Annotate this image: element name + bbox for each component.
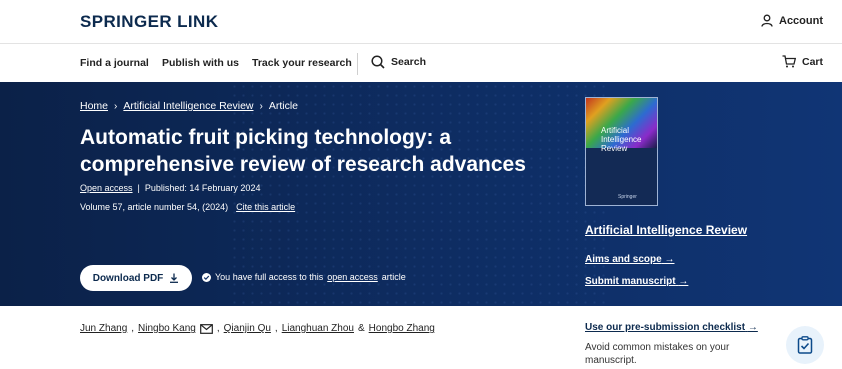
download-pdf-button[interactable]: Download PDF [80, 265, 192, 291]
author-name[interactable]: Hongbo Zhang [369, 323, 435, 334]
open-access-info-link[interactable]: open access [327, 272, 378, 282]
cart-icon [782, 55, 796, 68]
clipboard-check-icon [797, 336, 813, 354]
account-label: Account [779, 14, 823, 27]
search-icon [371, 55, 385, 69]
author-ampersand: & [357, 323, 365, 334]
access-prefix: You have full access to this [215, 272, 324, 282]
meta-separator: | [137, 183, 140, 193]
access-suffix: article [381, 272, 406, 282]
article-volume-row: Volume 57, article number 54, (2024) Cit… [80, 202, 295, 212]
author-comma: , [274, 323, 278, 334]
cite-article-link[interactable]: Cite this article [236, 202, 295, 212]
chevron-right-icon: › [114, 100, 118, 112]
search-button[interactable]: Search [371, 55, 426, 69]
aims-scope-link[interactable]: Aims and scope → [585, 254, 674, 265]
arrow-right-icon: → [664, 254, 675, 265]
person-icon [761, 14, 773, 27]
cart-button[interactable]: Cart [782, 55, 823, 68]
cart-label: Cart [801, 55, 823, 68]
article-title: Automatic fruit picking technology: a co… [80, 126, 526, 176]
arrow-right-icon: → [678, 276, 689, 287]
author-name[interactable]: Qianjin Qu [224, 323, 271, 334]
open-access-link[interactable]: Open access [80, 183, 133, 193]
access-notice: You have full access to this open access… [202, 272, 406, 282]
nav-divider [357, 53, 358, 75]
springer-link-logo[interactable]: SPRINGER LINK [80, 12, 218, 32]
search-label: Search [391, 56, 427, 68]
journal-name-link[interactable]: Artificial Intelligence Review [585, 223, 747, 237]
author-name[interactable]: Jun Zhang [80, 323, 127, 334]
author-name[interactable]: Ningbo Kang [138, 323, 196, 334]
account-button[interactable]: Account [761, 14, 823, 27]
check-circle-icon [202, 272, 211, 282]
breadcrumb-journal[interactable]: Artificial Intelligence Review [123, 100, 253, 112]
author-list: Jun Zhang, Ningbo Kang , Qianjin Qu, Lia… [80, 323, 435, 334]
checklist-description: Avoid common mistakes on your manuscript… [585, 342, 730, 366]
checklist-fab-button[interactable] [786, 326, 824, 364]
top-bar: SPRINGER LINK Account [0, 0, 842, 44]
checklist-label: Use our pre-submission checklist [585, 322, 746, 333]
published-date: Published: 14 February 2024 [144, 183, 261, 193]
author-name[interactable]: Lianghuan Zhou [282, 323, 354, 334]
nav-track-research[interactable]: Track your research [252, 57, 352, 69]
breadcrumb: Home › Artificial Intelligence Review › … [80, 100, 298, 112]
submit-manuscript-link[interactable]: Submit manuscript → [585, 276, 688, 287]
cover-title: Artificial Intelligence Review [601, 126, 642, 153]
nav-bar: Find a journal Publish with us Track you… [0, 44, 842, 82]
arrow-right-icon: → [747, 322, 758, 333]
nav-publish-with-us[interactable]: Publish with us [162, 57, 239, 69]
breadcrumb-home[interactable]: Home [80, 100, 108, 112]
article-hero: Home › Artificial Intelligence Review › … [0, 82, 842, 306]
email-icon[interactable] [199, 323, 213, 334]
aims-label: Aims and scope [585, 254, 662, 265]
article-meta: Open access | Published: 14 February 202… [80, 183, 260, 193]
presubmission-checklist-link[interactable]: Use our pre-submission checklist → [585, 322, 758, 333]
cover-publisher: Springer [618, 194, 637, 200]
breadcrumb-current: Article [268, 100, 299, 112]
author-comma: , [216, 323, 220, 334]
submit-label: Submit manuscript [585, 276, 676, 287]
author-comma: , [131, 323, 135, 334]
download-pdf-label: Download PDF [92, 272, 164, 284]
nav-find-journal[interactable]: Find a journal [80, 57, 149, 69]
chevron-right-icon: › [259, 100, 263, 112]
journal-cover[interactable]: Artificial Intelligence Review Springer [585, 97, 658, 206]
download-icon [170, 273, 179, 283]
volume-info: Volume 57, article number 54, (2024) [80, 202, 229, 212]
